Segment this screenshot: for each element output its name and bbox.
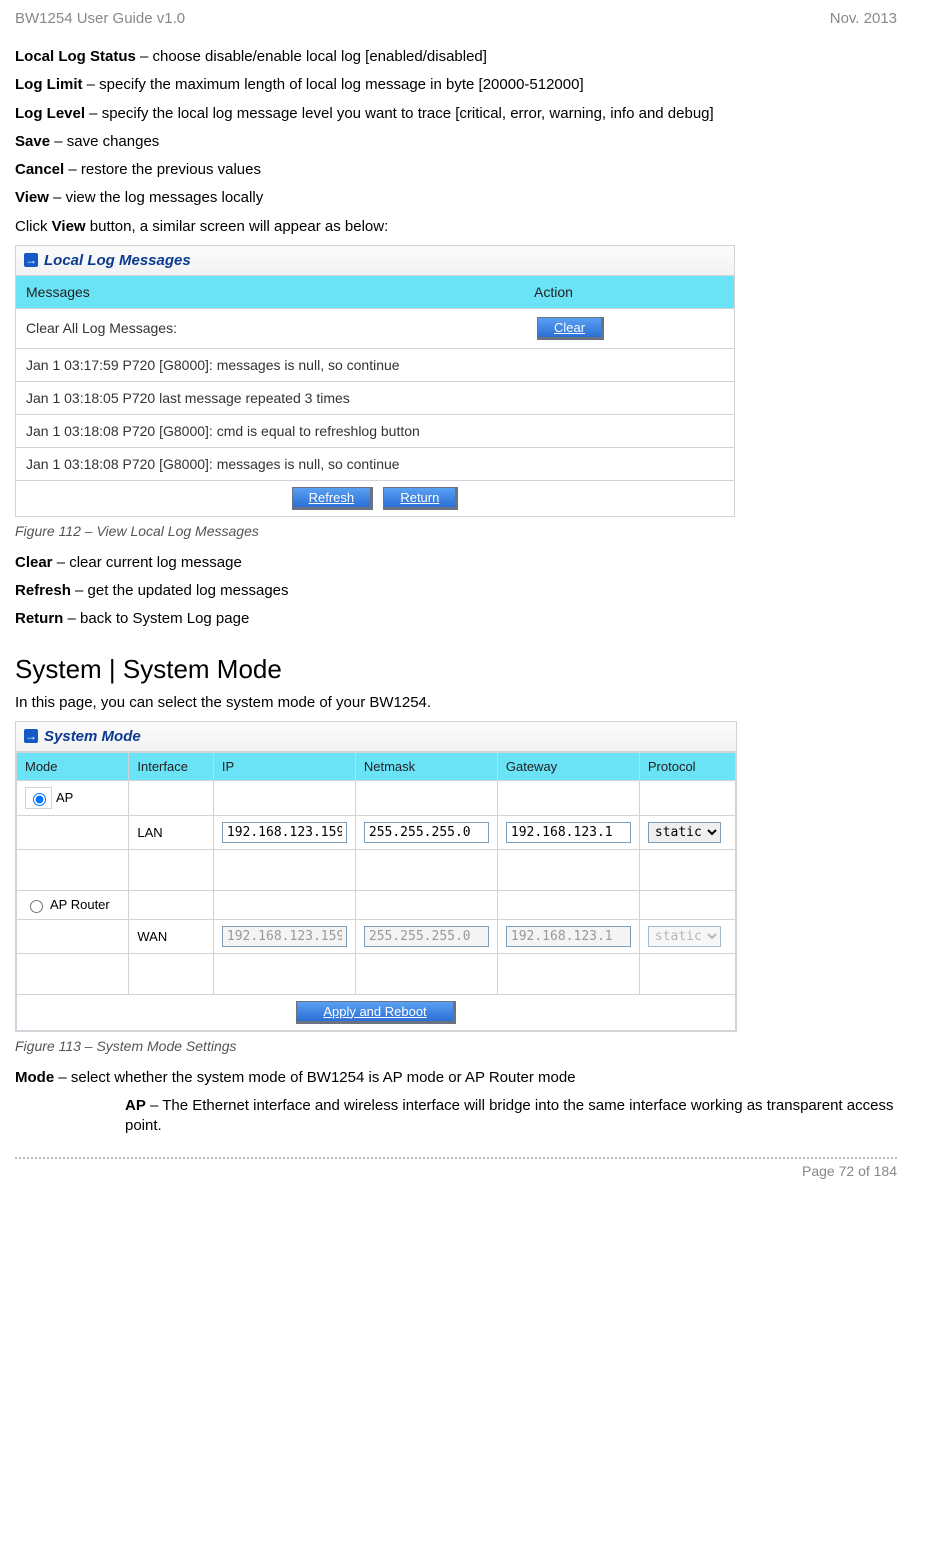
log-row: Jan 1 03:17:59 P720 [G8000]: messages is… <box>16 348 734 381</box>
wan-ip-input <box>222 926 347 947</box>
def-text: – back to System Log page <box>63 610 249 627</box>
col-action: Action <box>524 276 734 309</box>
text: View <box>52 218 86 235</box>
def-term: AP <box>125 1097 146 1114</box>
section-intro: In this page, you can select the system … <box>15 693 897 713</box>
panel-title: Local Log Messages <box>44 252 191 269</box>
def-term: View <box>15 189 49 206</box>
wan-netmask-input <box>364 926 489 947</box>
def-text: – restore the previous values <box>64 161 261 178</box>
def-term: Cancel <box>15 161 64 178</box>
def-text: – choose disable/enable local log [enabl… <box>136 48 487 65</box>
def-text: – clear current log message <box>53 554 242 571</box>
def-term: Log Limit <box>15 76 83 93</box>
clear-button[interactable]: Clear <box>537 317 604 340</box>
return-button[interactable]: Return <box>383 487 458 510</box>
def-text: – The Ethernet interface and wireless in… <box>125 1097 893 1134</box>
def-text: – get the updated log messages <box>71 582 289 599</box>
def-term: Log Level <box>15 105 85 122</box>
mode-ap-radio[interactable] <box>33 793 46 806</box>
mode-aprouter-radio[interactable] <box>30 900 43 913</box>
lan-netmask-input[interactable] <box>364 822 489 843</box>
wan-protocol-select: static <box>648 926 721 947</box>
divider <box>15 1157 897 1159</box>
log-row: Jan 1 03:18:05 P720 last message repeate… <box>16 381 734 414</box>
local-log-panel: → Local Log Messages Messages Action Clea… <box>15 245 735 517</box>
def-term: Refresh <box>15 582 71 599</box>
mode-aprouter-label: AP Router <box>50 897 110 912</box>
wan-label: WAN <box>129 919 214 953</box>
def-term: Return <box>15 610 63 627</box>
panel-title: System Mode <box>44 728 141 745</box>
col-netmask: Netmask <box>355 752 497 780</box>
col-mode: Mode <box>17 752 129 780</box>
lan-label: LAN <box>129 815 214 849</box>
col-ip: IP <box>213 752 355 780</box>
wan-gateway-input <box>506 926 631 947</box>
col-gateway: Gateway <box>497 752 639 780</box>
def-text: – view the log messages locally <box>49 189 263 206</box>
lan-gateway-input[interactable] <box>506 822 631 843</box>
clear-all-label: Clear All Log Messages: <box>16 308 524 348</box>
def-text: – select whether the system mode of BW12… <box>54 1069 575 1086</box>
lan-protocol-select[interactable]: static <box>648 822 721 843</box>
text: button, a similar screen will appear as … <box>86 218 389 235</box>
mode-ap-label: AP <box>56 790 73 805</box>
system-mode-panel: → System Mode Mode Interface IP Netmask G… <box>15 721 737 1032</box>
apply-reboot-button[interactable]: Apply and Reboot <box>296 1001 455 1024</box>
def-text: – specify the maximum length of local lo… <box>83 76 584 93</box>
def-text: – specify the local log message level yo… <box>85 105 714 122</box>
page-footer: Page 72 of 184 <box>15 1163 897 1179</box>
def-term: Save <box>15 133 50 150</box>
lan-ip-input[interactable] <box>222 822 347 843</box>
log-row: Jan 1 03:18:08 P720 [G8000]: messages is… <box>16 447 734 480</box>
col-interface: Interface <box>129 752 214 780</box>
doc-date: Nov. 2013 <box>830 10 897 27</box>
collapse-icon[interactable]: → <box>24 253 38 267</box>
text: Click <box>15 218 52 235</box>
figure-caption: Figure 112 – View Local Log Messages <box>15 523 897 539</box>
def-term: Clear <box>15 554 53 571</box>
def-term: Local Log Status <box>15 48 136 65</box>
doc-title: BW1254 User Guide v1.0 <box>15 10 185 27</box>
figure-caption: Figure 113 – System Mode Settings <box>15 1038 897 1054</box>
section-heading: System | System Mode <box>15 654 897 685</box>
def-text: – save changes <box>50 133 159 150</box>
col-protocol: Protocol <box>639 752 735 780</box>
def-term: Mode <box>15 1069 54 1086</box>
col-messages: Messages <box>16 276 524 309</box>
refresh-button[interactable]: Refresh <box>292 487 374 510</box>
log-row: Jan 1 03:18:08 P720 [G8000]: cmd is equa… <box>16 414 734 447</box>
collapse-icon[interactable]: → <box>24 729 38 743</box>
